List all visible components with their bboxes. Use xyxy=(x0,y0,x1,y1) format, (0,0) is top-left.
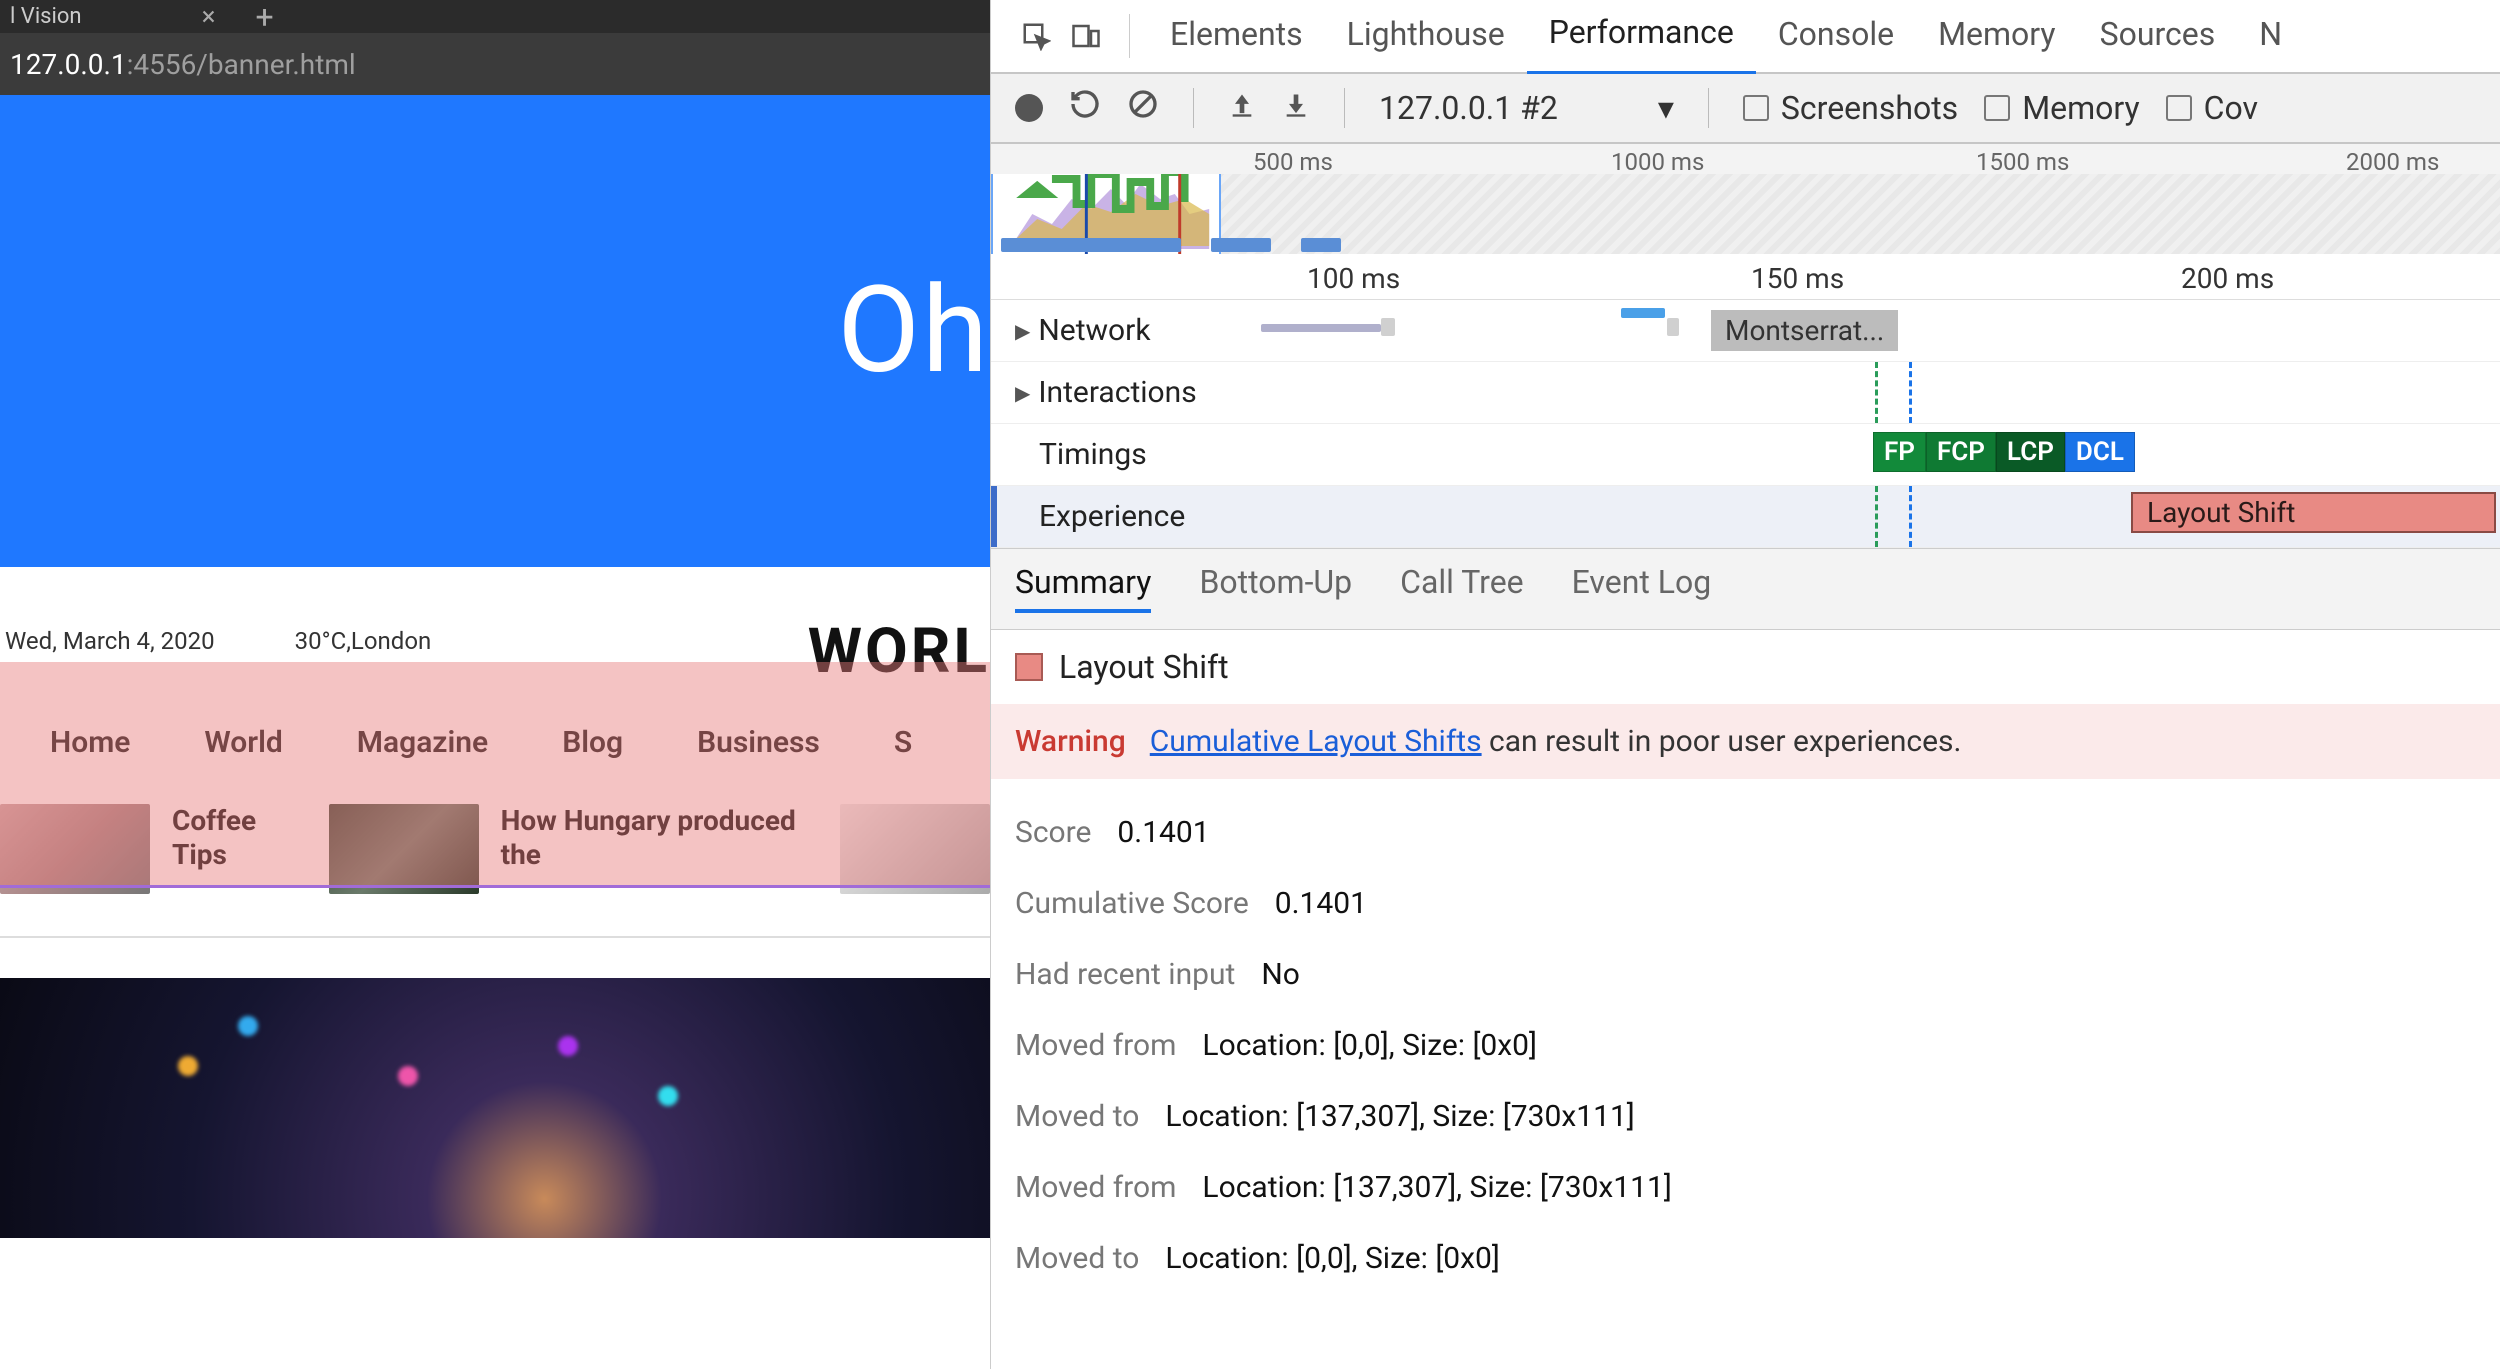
timings-row[interactable]: Timings FP FCP LCP DCL xyxy=(991,424,2500,486)
banner-heading: Oh xyxy=(837,261,990,401)
device-toggle-icon[interactable] xyxy=(1061,11,1111,61)
page-banner: Oh xyxy=(0,95,990,567)
ruler-tick: 500 ms xyxy=(1253,148,1333,176)
page-date: Wed, March 4, 2020 xyxy=(5,627,215,655)
ruler-tick: 1500 ms xyxy=(1976,148,2069,176)
coverage-checkbox[interactable]: Cov xyxy=(2166,89,2258,127)
url: 127.0.0.1:4556/banner.html xyxy=(10,48,356,81)
reload-icon[interactable] xyxy=(1069,88,1101,128)
timing-lcp[interactable]: LCP xyxy=(1996,432,2065,472)
tab-elements[interactable]: Elements xyxy=(1148,0,1325,73)
perf-toolbar: 127.0.0.1 #2 ▾ Screenshots Memory Cov xyxy=(991,74,2500,144)
profile-label: 127.0.0.1 #2 xyxy=(1379,89,1558,127)
separator xyxy=(1708,88,1709,128)
memory-checkbox[interactable]: Memory xyxy=(1984,89,2139,127)
tab-event-log[interactable]: Event Log xyxy=(1572,563,1712,613)
timing-fcp[interactable]: FCP xyxy=(1926,432,1996,472)
summary-row: Moved toLocation: [137,307], Size: [730x… xyxy=(1015,1081,2476,1152)
summary-row: Moved fromLocation: [0,0], Size: [0x0] xyxy=(1015,1010,2476,1081)
network-resource[interactable]: Montserrat... xyxy=(1711,310,1898,351)
layout-shift-swatch xyxy=(1015,653,1043,681)
devtools-panel: Elements Lighthouse Performance Console … xyxy=(990,0,2500,1369)
layout-shift-overlay xyxy=(0,662,990,888)
profile-select[interactable]: 127.0.0.1 #2 ▾ xyxy=(1379,89,1674,127)
summary-row: Score0.1401 xyxy=(1015,797,2476,868)
ruler-tick: 1000 ms xyxy=(1611,148,1704,176)
tab-strip: l Vision × + xyxy=(0,0,990,33)
summary-row: Had recent inputNo xyxy=(1015,939,2476,1010)
browser-tab[interactable]: l Vision × xyxy=(10,2,215,32)
summary-properties: Score0.1401 Cumulative Score0.1401 Had r… xyxy=(991,779,2500,1294)
tab-call-tree[interactable]: Call Tree xyxy=(1400,563,1524,613)
ruler-tick: 200 ms xyxy=(2181,262,2274,295)
chevron-right-icon: ▶ xyxy=(1015,319,1030,343)
timing-markers: FP FCP LCP DCL xyxy=(1873,432,2135,472)
separator xyxy=(1344,88,1345,128)
cls-warning: Warning Cumulative Layout Shifts can res… xyxy=(991,704,2500,779)
details-tabs: Summary Bottom-Up Call Tree Event Log xyxy=(991,548,2500,630)
chevron-right-icon: ▶ xyxy=(1015,381,1030,405)
new-tab-icon[interactable]: + xyxy=(255,0,273,36)
page-weather: 30°C,London xyxy=(295,627,432,655)
inspect-icon[interactable] xyxy=(1011,11,1061,61)
ruler-tick: 100 ms xyxy=(1307,262,1400,295)
record-icon[interactable] xyxy=(1015,94,1043,122)
tab-bottom-up[interactable]: Bottom-Up xyxy=(1199,563,1352,613)
screenshots-checkbox[interactable]: Screenshots xyxy=(1743,89,1958,127)
close-icon[interactable]: × xyxy=(202,2,216,32)
timing-dcl[interactable]: DCL xyxy=(2065,432,2135,472)
separator xyxy=(1193,88,1194,128)
separator xyxy=(1129,14,1130,58)
summary-row: Cumulative Score0.1401 xyxy=(1015,868,2476,939)
tab-title: l Vision xyxy=(10,4,82,29)
cls-link[interactable]: Cumulative Layout Shifts xyxy=(1150,724,1482,759)
warning-label: Warning xyxy=(1015,724,1126,759)
chevron-down-icon: ▾ xyxy=(1658,89,1674,127)
clear-icon[interactable] xyxy=(1127,88,1159,128)
ruler-tick: 150 ms xyxy=(1751,262,1844,295)
devtools-tabs: Elements Lighthouse Performance Console … xyxy=(991,0,2500,74)
tab-sources[interactable]: Sources xyxy=(2078,0,2238,73)
network-row[interactable]: ▶Network Montserrat... M xyxy=(991,300,2500,362)
browser-window: l Vision × + 127.0.0.1:4556/banner.html … xyxy=(0,0,990,1369)
ruler-tick: 2000 ms xyxy=(2346,148,2439,176)
tab-summary[interactable]: Summary xyxy=(1015,563,1151,613)
layout-shift-event[interactable]: Layout Shift xyxy=(2131,492,2496,533)
overview-screenshots xyxy=(991,238,1341,254)
experience-row[interactable]: Experience Layout Shift xyxy=(991,486,2500,548)
summary-heading: Layout Shift xyxy=(991,630,2500,704)
flamechart-ruler[interactable]: 100 ms 150 ms 200 ms xyxy=(991,254,2500,300)
tab-console[interactable]: Console xyxy=(1756,0,1916,73)
save-profile-icon[interactable] xyxy=(1282,89,1310,127)
hero-image xyxy=(0,978,990,1238)
tab-lighthouse[interactable]: Lighthouse xyxy=(1325,0,1527,73)
load-profile-icon[interactable] xyxy=(1228,89,1256,127)
summary-row: Moved toLocation: [0,0], Size: [0x0] xyxy=(1015,1223,2476,1294)
summary-row: Moved fromLocation: [137,307], Size: [73… xyxy=(1015,1152,2476,1223)
tab-performance[interactable]: Performance xyxy=(1527,0,1756,75)
overview-pane[interactable]: 500 ms 1000 ms 1500 ms 2000 ms xyxy=(991,144,2500,254)
tab-more[interactable]: N xyxy=(2237,0,2304,73)
interactions-row[interactable]: ▶Interactions xyxy=(991,362,2500,424)
address-bar[interactable]: 127.0.0.1:4556/banner.html xyxy=(0,33,990,95)
timing-fp[interactable]: FP xyxy=(1873,432,1926,472)
tab-memory[interactable]: Memory xyxy=(1916,0,2077,73)
